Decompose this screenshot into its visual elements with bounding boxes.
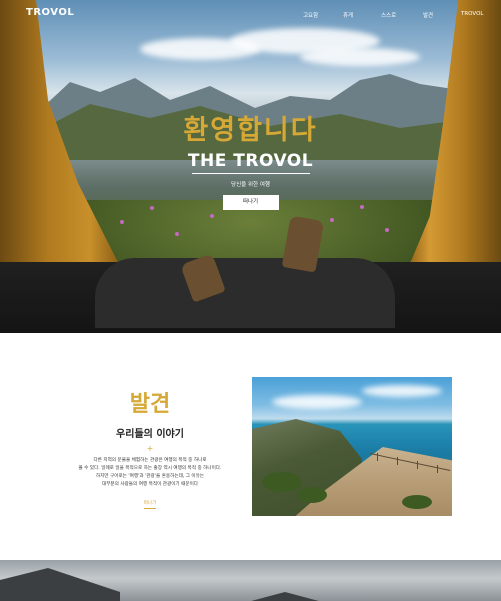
story-body-line: 다른 지역의 문물을 체험하는 관광은 여행의 목적 중 하나로 xyxy=(93,458,207,463)
story-photo xyxy=(252,377,452,516)
story-title: 우리들의 이야기 xyxy=(116,429,184,440)
story-korean-title: 발견 xyxy=(129,391,171,417)
story-section: 발견 우리들의 이야기 + 다른 지역의 문물을 체험하는 관광은 여행의 목적… xyxy=(0,333,501,560)
mountain xyxy=(240,592,330,601)
logo[interactable]: TROVOL xyxy=(26,7,74,18)
nav-item-1[interactable]: 고요함 xyxy=(303,11,318,19)
cloud xyxy=(362,385,442,397)
plus-icon: + xyxy=(146,444,154,453)
legs xyxy=(95,258,395,328)
cloud xyxy=(272,395,362,409)
nav-item-2[interactable]: 휴게 xyxy=(343,11,353,19)
nav-item-4[interactable]: 발견 xyxy=(423,11,433,19)
fence-post xyxy=(397,457,398,465)
hero-divider xyxy=(191,173,310,174)
nav-item-5[interactable]: TROVOL xyxy=(461,11,483,17)
hero-cta-button[interactable]: 떠나기 xyxy=(222,195,279,210)
shrub xyxy=(402,495,432,509)
story-text: 발견 우리들의 이야기 + 다른 지역의 문물을 체험하는 관광은 여행의 목적… xyxy=(70,389,230,509)
hero-section: TROVOL 고요함 휴게 스스로 발견 TROVOL 환영합니다 THE TR… xyxy=(0,0,501,333)
fence-post xyxy=(417,461,418,469)
story-body-line: 볼 수 있다. 일례로 일을 목적으로 하는 출장 역시 여행의 목적 중 하나… xyxy=(78,466,222,471)
story-body-line: 하지만 구어로는 '여행'과 '관광'을 혼용하는데, 그 이유는 xyxy=(95,474,205,479)
flower xyxy=(175,232,179,236)
story-link[interactable]: 떠나기 xyxy=(143,500,157,509)
flower xyxy=(120,220,124,224)
nav-item-3[interactable]: 스스로 xyxy=(381,11,396,19)
hero-brand: THE TROVOL xyxy=(187,151,314,171)
hero-text: 환영합니다 THE TROVOL 당신을 위한 여행 떠나기 xyxy=(0,112,501,210)
hero-korean-title: 환영합니다 xyxy=(183,115,318,146)
flower xyxy=(210,214,214,218)
top-nav: TROVOL 고요함 휴게 스스로 발견 TROVOL xyxy=(0,0,501,28)
story-body-line: 대부분의 사람들의 여행 목적이 관광이기 때문이다 xyxy=(101,482,199,487)
shrub xyxy=(262,472,302,492)
fence-post xyxy=(377,453,378,461)
shrub xyxy=(297,487,327,503)
story-body: 다른 지역의 문물을 체험하는 관광은 여행의 목적 중 하나로 볼 수 있다.… xyxy=(70,457,230,489)
mountain xyxy=(0,568,120,601)
cloud xyxy=(300,48,420,66)
flower xyxy=(385,228,389,232)
fence-post xyxy=(437,465,438,473)
bottom-image-strip xyxy=(0,560,501,601)
hero-subtitle: 당신을 위한 여행 xyxy=(231,182,270,188)
flower xyxy=(330,218,334,222)
